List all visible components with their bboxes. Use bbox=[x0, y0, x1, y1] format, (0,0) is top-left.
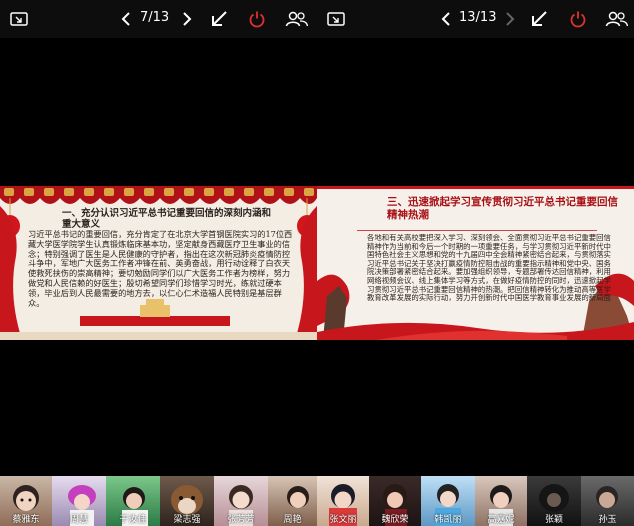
participants-icon[interactable] bbox=[604, 8, 630, 30]
left-slide: 一、充分认识习近平总书记重要回信的深刻内涵和重大意义 习近平总书记的重要回信，充… bbox=[0, 186, 317, 340]
participant-tile[interactable]: 张颖 bbox=[527, 476, 581, 526]
prev-page-icon[interactable] bbox=[117, 8, 135, 30]
collapse-arrow-icon[interactable] bbox=[527, 8, 551, 30]
participant-tile[interactable]: 周慧 bbox=[52, 476, 106, 526]
slide-title: 三、迅速掀起学习宣传贯彻习近平总书记重要回信精神热潮 bbox=[387, 196, 618, 221]
participant-tile[interactable]: 于汝佳 bbox=[106, 476, 160, 526]
right-viewer-panel: 13/13 三、迅速掀起学习宣传贯彻习近平总书记重要回信精神热潮 各地和有关高校… bbox=[317, 0, 634, 526]
participant-name: 梁志强 bbox=[173, 515, 201, 525]
right-slide: 三、迅速掀起学习宣传贯彻习近平总书记重要回信精神热潮 各地和有关高校要把深入学习… bbox=[317, 186, 634, 340]
screen-share-icon[interactable] bbox=[325, 8, 347, 30]
participants-icon[interactable] bbox=[284, 8, 310, 30]
participant-tile[interactable]: 张芳芳 bbox=[214, 476, 268, 526]
power-exit-icon[interactable] bbox=[567, 8, 589, 30]
left-viewer-panel: 7/13 一、充分认识习近平总书记重要回信的深刻内涵和重大意义 习近平总书记的重… bbox=[0, 0, 317, 526]
screen-share-icon[interactable] bbox=[8, 8, 30, 30]
participant-strip: 蔡雅东 周慧 于汝佳 梁志强 张芳芳 周艳 bbox=[0, 476, 317, 526]
page-indicator: 7/13 bbox=[140, 10, 170, 25]
participant-tile[interactable]: 魏欣荣 bbox=[369, 476, 421, 526]
slide-title: 一、充分认识习近平总书记重要回信的深刻内涵和重大意义 bbox=[62, 208, 272, 230]
participant-name: 蔡雅东 bbox=[12, 515, 40, 525]
participant-name: 高嘉妮 bbox=[487, 515, 515, 525]
participant-tile[interactable]: 蔡雅东 bbox=[0, 476, 52, 526]
participant-tile[interactable]: 张文丽 bbox=[317, 476, 369, 526]
collapse-arrow-icon[interactable] bbox=[207, 8, 231, 30]
slide-body: 各地和有关高校要把深入学习、深刻领会、全面贯彻习近平总书记重要回信精神作为当前和… bbox=[367, 234, 611, 303]
participant-tile[interactable]: 高嘉妮 bbox=[475, 476, 527, 526]
next-page-icon[interactable] bbox=[178, 8, 196, 30]
participant-name: 于汝佳 bbox=[119, 515, 147, 525]
left-toolbar: 7/13 bbox=[0, 0, 317, 38]
participant-tile[interactable]: 孙玉 bbox=[581, 476, 634, 526]
power-exit-icon[interactable] bbox=[246, 8, 268, 30]
slide-body: 习近平总书记的重要回信，充分肯定了在北京大学首钢医院实习的17位西藏大学医学院学… bbox=[28, 230, 293, 308]
participant-name: 周艳 bbox=[283, 515, 302, 525]
participant-tile[interactable]: 韩凯丽 bbox=[421, 476, 475, 526]
participant-name: 韩凯丽 bbox=[434, 515, 462, 525]
participant-strip: 张文丽 魏欣荣 韩凯丽 高嘉妮 张颖 孙玉 bbox=[317, 476, 634, 526]
participant-name: 孙玉 bbox=[598, 515, 617, 525]
page-indicator: 13/13 bbox=[459, 10, 497, 25]
participant-name: 魏欣荣 bbox=[381, 515, 409, 525]
right-toolbar: 13/13 bbox=[317, 0, 634, 38]
participant-name: 周慧 bbox=[69, 515, 88, 525]
participant-tile[interactable]: 梁志强 bbox=[160, 476, 214, 526]
next-page-icon[interactable] bbox=[501, 8, 519, 30]
participant-name: 张文丽 bbox=[329, 515, 357, 525]
prev-page-icon[interactable] bbox=[437, 8, 455, 30]
participant-name: 张颖 bbox=[544, 515, 563, 525]
participant-name: 张芳芳 bbox=[227, 515, 255, 525]
participant-tile[interactable]: 周艳 bbox=[268, 476, 317, 526]
